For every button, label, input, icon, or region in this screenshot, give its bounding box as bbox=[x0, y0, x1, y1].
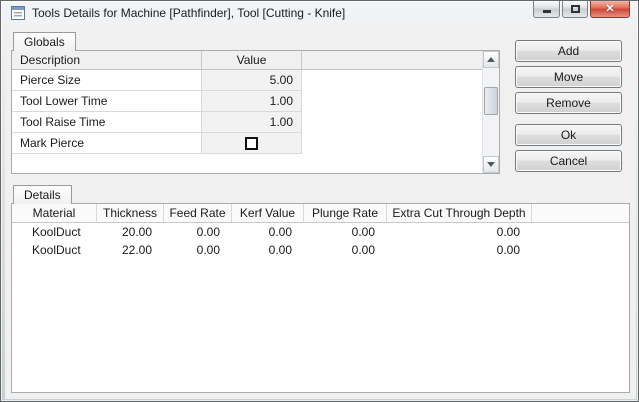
column-header-feed-rate[interactable]: Feed Rate bbox=[164, 204, 232, 222]
cell-feed-rate: 0.00 bbox=[196, 225, 220, 239]
row-value[interactable]: 1.00 bbox=[202, 112, 302, 133]
arrow-down-icon bbox=[487, 162, 495, 167]
remove-button[interactable]: Remove bbox=[515, 92, 622, 114]
cell-extra-cut-through-depth: 0.00 bbox=[496, 225, 520, 239]
row-filler bbox=[302, 112, 482, 133]
details-header-row: Material Thickness Feed Rate Kerf Value … bbox=[12, 204, 629, 223]
table-row[interactable]: Mark Pierce bbox=[12, 133, 482, 154]
row-value[interactable]: 5.00 bbox=[202, 70, 302, 91]
cell-extra-cut-through-depth: 0.00 bbox=[496, 243, 520, 257]
column-header-value[interactable]: Value bbox=[202, 51, 302, 69]
globals-header-row: Description Value bbox=[12, 51, 482, 70]
maximize-icon bbox=[570, 5, 580, 13]
window-controls: ✕ bbox=[533, 1, 630, 18]
close-icon: ✕ bbox=[605, 2, 615, 15]
globals-grid: Description Value Pierce Size 5.00 Tool … bbox=[12, 51, 482, 173]
scroll-up-button[interactable] bbox=[483, 51, 499, 68]
cell-plunge-rate: 0.00 bbox=[351, 243, 375, 257]
row-value bbox=[202, 133, 302, 154]
cell-thickness: 22.00 bbox=[121, 243, 152, 257]
table-row[interactable]: KoolDuct 20.00 0.00 0.00 0.00 0.00 bbox=[12, 223, 629, 241]
column-header-plunge-rate[interactable]: Plunge Rate bbox=[304, 204, 387, 222]
titlebar[interactable]: Tools Details for Machine [Pathfinder], … bbox=[1, 1, 638, 25]
table-row[interactable]: Tool Raise Time 1.00 bbox=[12, 112, 482, 133]
row-description: Mark Pierce bbox=[12, 133, 202, 154]
close-button[interactable]: ✕ bbox=[590, 1, 630, 18]
cell-plunge-rate: 0.00 bbox=[351, 225, 375, 239]
mark-pierce-checkbox[interactable] bbox=[245, 136, 258, 150]
add-button[interactable]: Add bbox=[515, 40, 622, 62]
scrollbar-thumb[interactable] bbox=[484, 87, 498, 115]
minimize-button[interactable] bbox=[533, 1, 560, 18]
row-description: Tool Lower Time bbox=[12, 91, 202, 112]
cell-filler bbox=[532, 223, 629, 241]
column-header-kerf-value[interactable]: Kerf Value bbox=[232, 204, 304, 222]
window-title: Tools Details for Machine [Pathfinder], … bbox=[32, 6, 346, 20]
column-header-material[interactable]: Material bbox=[12, 204, 97, 222]
application-icon bbox=[11, 6, 25, 20]
row-filler bbox=[302, 70, 482, 91]
arrow-up-icon bbox=[487, 57, 495, 62]
row-description: Tool Raise Time bbox=[12, 112, 202, 133]
table-row[interactable]: Tool Lower Time 1.00 bbox=[12, 91, 482, 112]
cell-kerf-value: 0.00 bbox=[268, 225, 292, 239]
cell-material: KoolDuct bbox=[32, 243, 81, 257]
row-value[interactable]: 1.00 bbox=[202, 91, 302, 112]
row-description: Pierce Size bbox=[12, 70, 202, 91]
row-filler bbox=[302, 133, 482, 154]
header-filler bbox=[302, 51, 482, 69]
cell-filler bbox=[532, 241, 629, 259]
move-button[interactable]: Move bbox=[515, 66, 622, 88]
row-filler bbox=[302, 91, 482, 112]
globals-table: Description Value Pierce Size 5.00 Tool … bbox=[11, 50, 500, 174]
table-row[interactable]: Pierce Size 5.00 bbox=[12, 70, 482, 91]
header-filler bbox=[532, 204, 629, 222]
column-header-thickness[interactable]: Thickness bbox=[97, 204, 164, 222]
column-header-description[interactable]: Description bbox=[12, 51, 202, 69]
maximize-button[interactable] bbox=[562, 1, 588, 18]
ok-button[interactable]: Ok bbox=[515, 124, 622, 146]
dialog-window: Tools Details for Machine [Pathfinder], … bbox=[0, 0, 639, 402]
minimize-icon bbox=[542, 10, 551, 13]
dialog-client-area: Globals Description Value Pierce Size 5.… bbox=[5, 25, 636, 399]
cell-material: KoolDuct bbox=[32, 225, 81, 239]
column-header-extra-cut-through-depth[interactable]: Extra Cut Through Depth bbox=[387, 204, 532, 222]
cell-thickness: 20.00 bbox=[121, 225, 152, 239]
cancel-button[interactable]: Cancel bbox=[515, 150, 622, 172]
cell-kerf-value: 0.00 bbox=[268, 243, 292, 257]
table-row[interactable]: KoolDuct 22.00 0.00 0.00 0.00 0.00 bbox=[12, 241, 629, 259]
details-table: Material Thickness Feed Rate Kerf Value … bbox=[11, 203, 630, 393]
tab-globals[interactable]: Globals bbox=[13, 32, 76, 51]
tab-details[interactable]: Details bbox=[13, 185, 72, 204]
cell-feed-rate: 0.00 bbox=[196, 243, 220, 257]
scroll-down-button[interactable] bbox=[483, 156, 499, 173]
vertical-scrollbar[interactable] bbox=[482, 51, 499, 173]
